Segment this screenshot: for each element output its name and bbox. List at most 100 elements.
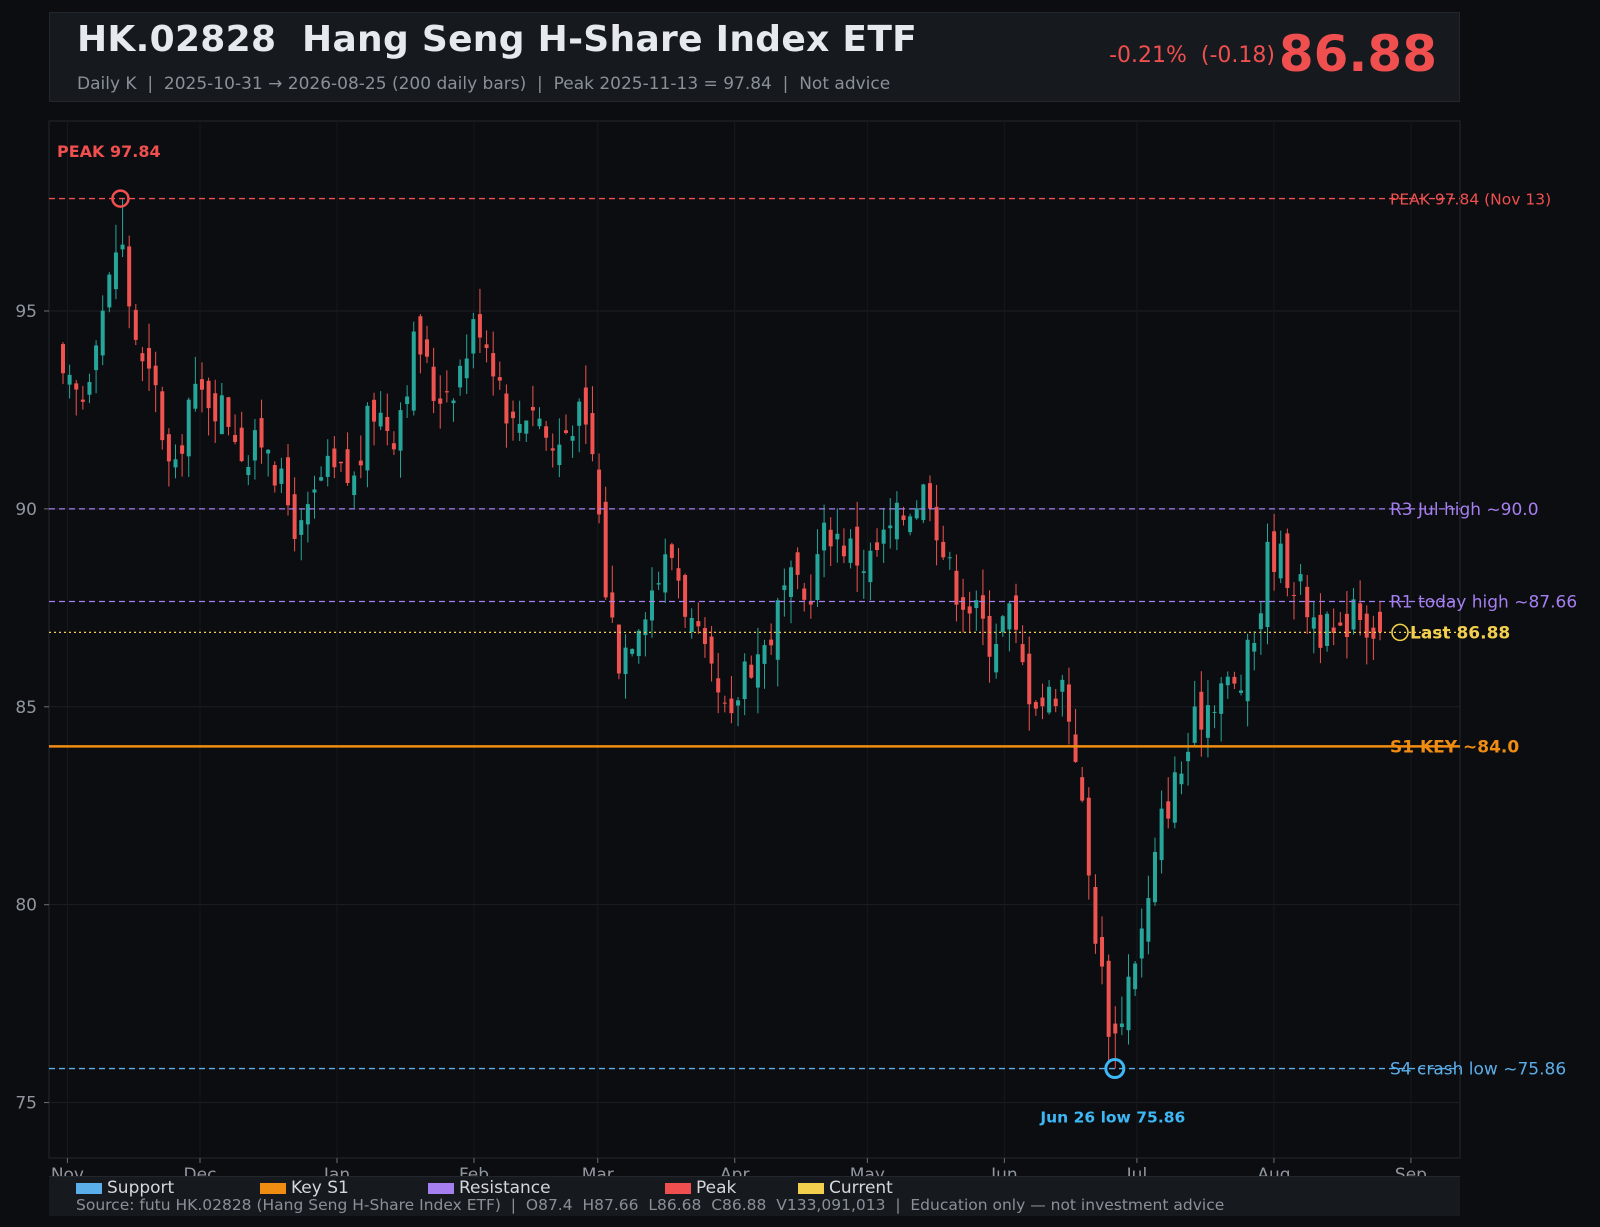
candle-body xyxy=(1179,773,1184,785)
candle-body xyxy=(517,423,522,433)
candle-body xyxy=(702,628,707,645)
candle-body xyxy=(914,508,919,519)
candle-body xyxy=(927,483,932,509)
candle-body xyxy=(583,387,588,425)
candle-body xyxy=(769,639,774,646)
candle-body xyxy=(550,448,555,451)
candle-body xyxy=(464,358,469,379)
candle-body xyxy=(431,366,436,401)
candle-body xyxy=(1325,613,1330,646)
candle-body xyxy=(458,365,463,388)
candle-body xyxy=(1080,777,1085,801)
candle-body xyxy=(199,379,204,390)
candle-body xyxy=(1258,613,1263,630)
plot-area xyxy=(48,120,1461,1159)
candle-body xyxy=(1007,603,1012,630)
candle-body xyxy=(1027,653,1032,705)
candle-body xyxy=(656,583,661,585)
candle-body xyxy=(1152,851,1157,903)
candle-body xyxy=(1245,639,1250,702)
legend-item-resistance: Resistance xyxy=(428,1178,551,1198)
candle-body xyxy=(166,434,171,462)
candle-body xyxy=(782,585,787,591)
candle-body xyxy=(947,557,952,559)
legend-swatch-peak xyxy=(665,1182,691,1194)
candle-body xyxy=(147,348,152,369)
candle-body xyxy=(987,615,992,657)
candle-body xyxy=(87,382,92,395)
legend-swatch-support xyxy=(76,1182,102,1194)
candle-body xyxy=(530,406,535,411)
candle-body xyxy=(868,550,873,583)
candle-body xyxy=(835,533,840,540)
candle-body xyxy=(1033,702,1038,709)
candle-body xyxy=(398,410,403,451)
candle-body xyxy=(94,345,99,371)
candle-body xyxy=(1239,690,1244,693)
candle-body xyxy=(1205,705,1210,738)
candle-body xyxy=(332,448,337,468)
candle-body xyxy=(709,636,714,664)
candle-body xyxy=(1040,697,1045,707)
candle-body xyxy=(1219,683,1224,714)
legend-swatch-resistance xyxy=(428,1182,454,1194)
candle-body xyxy=(802,588,807,600)
candle-body xyxy=(716,678,721,693)
candle-body xyxy=(1146,898,1151,942)
level-label-resistance: R3 Jul high ~90.0 xyxy=(1390,500,1539,520)
candle-body xyxy=(1060,679,1065,692)
candle-body xyxy=(557,444,562,466)
level-label-support: S4 crash low ~75.86 xyxy=(1390,1060,1566,1080)
y-tick-label: 80 xyxy=(15,896,37,916)
candle-body xyxy=(325,455,330,477)
legend-label-peak: Peak xyxy=(696,1178,737,1198)
candle-body xyxy=(80,399,85,402)
candle-body xyxy=(1073,734,1078,762)
candle-body xyxy=(894,502,899,540)
candle-body xyxy=(418,316,423,355)
candle-body xyxy=(378,412,383,427)
candle-body xyxy=(755,654,760,688)
candle-body xyxy=(299,520,304,535)
candle-body xyxy=(484,344,489,349)
candle-body xyxy=(272,465,277,486)
candle-body xyxy=(266,449,271,454)
candle-body xyxy=(61,344,65,374)
candle-body xyxy=(669,544,674,558)
candle-body xyxy=(471,319,476,354)
candle-body xyxy=(1113,1023,1118,1034)
candle-body xyxy=(1358,603,1363,621)
candle-body xyxy=(173,459,178,468)
candle-body xyxy=(352,475,357,496)
candle-body xyxy=(504,393,509,424)
candle-body xyxy=(226,397,231,427)
candle-body xyxy=(120,244,125,250)
candle-body xyxy=(941,541,946,558)
candle-body xyxy=(1106,960,1111,1037)
candle-body xyxy=(881,529,886,544)
candle-body xyxy=(636,630,641,657)
candle-body xyxy=(385,416,390,431)
candle-body xyxy=(1212,711,1217,713)
candle-body xyxy=(1093,886,1098,944)
candle-body xyxy=(623,647,628,675)
candle-body xyxy=(1172,772,1177,823)
candle-body xyxy=(689,617,694,633)
candle-body xyxy=(663,554,668,593)
candle-body xyxy=(424,339,429,357)
legend-swatch-key-s1 xyxy=(260,1182,286,1194)
candle-body xyxy=(186,399,191,457)
candle-body xyxy=(405,396,410,405)
candle-body xyxy=(1166,801,1171,819)
legend-label-support: Support xyxy=(107,1178,175,1198)
legend-label-resistance: Resistance xyxy=(459,1178,551,1198)
candle-body xyxy=(921,484,926,521)
chart-footer: Support Key S1 Resistance Peak Current S… xyxy=(49,1176,1460,1216)
candle-body xyxy=(1000,616,1005,633)
candle-body xyxy=(1020,644,1025,663)
candle-body xyxy=(279,468,284,484)
candle-body xyxy=(1047,686,1052,713)
candle-body xyxy=(696,621,701,627)
candle-body xyxy=(630,649,635,654)
candle-body xyxy=(107,274,112,308)
